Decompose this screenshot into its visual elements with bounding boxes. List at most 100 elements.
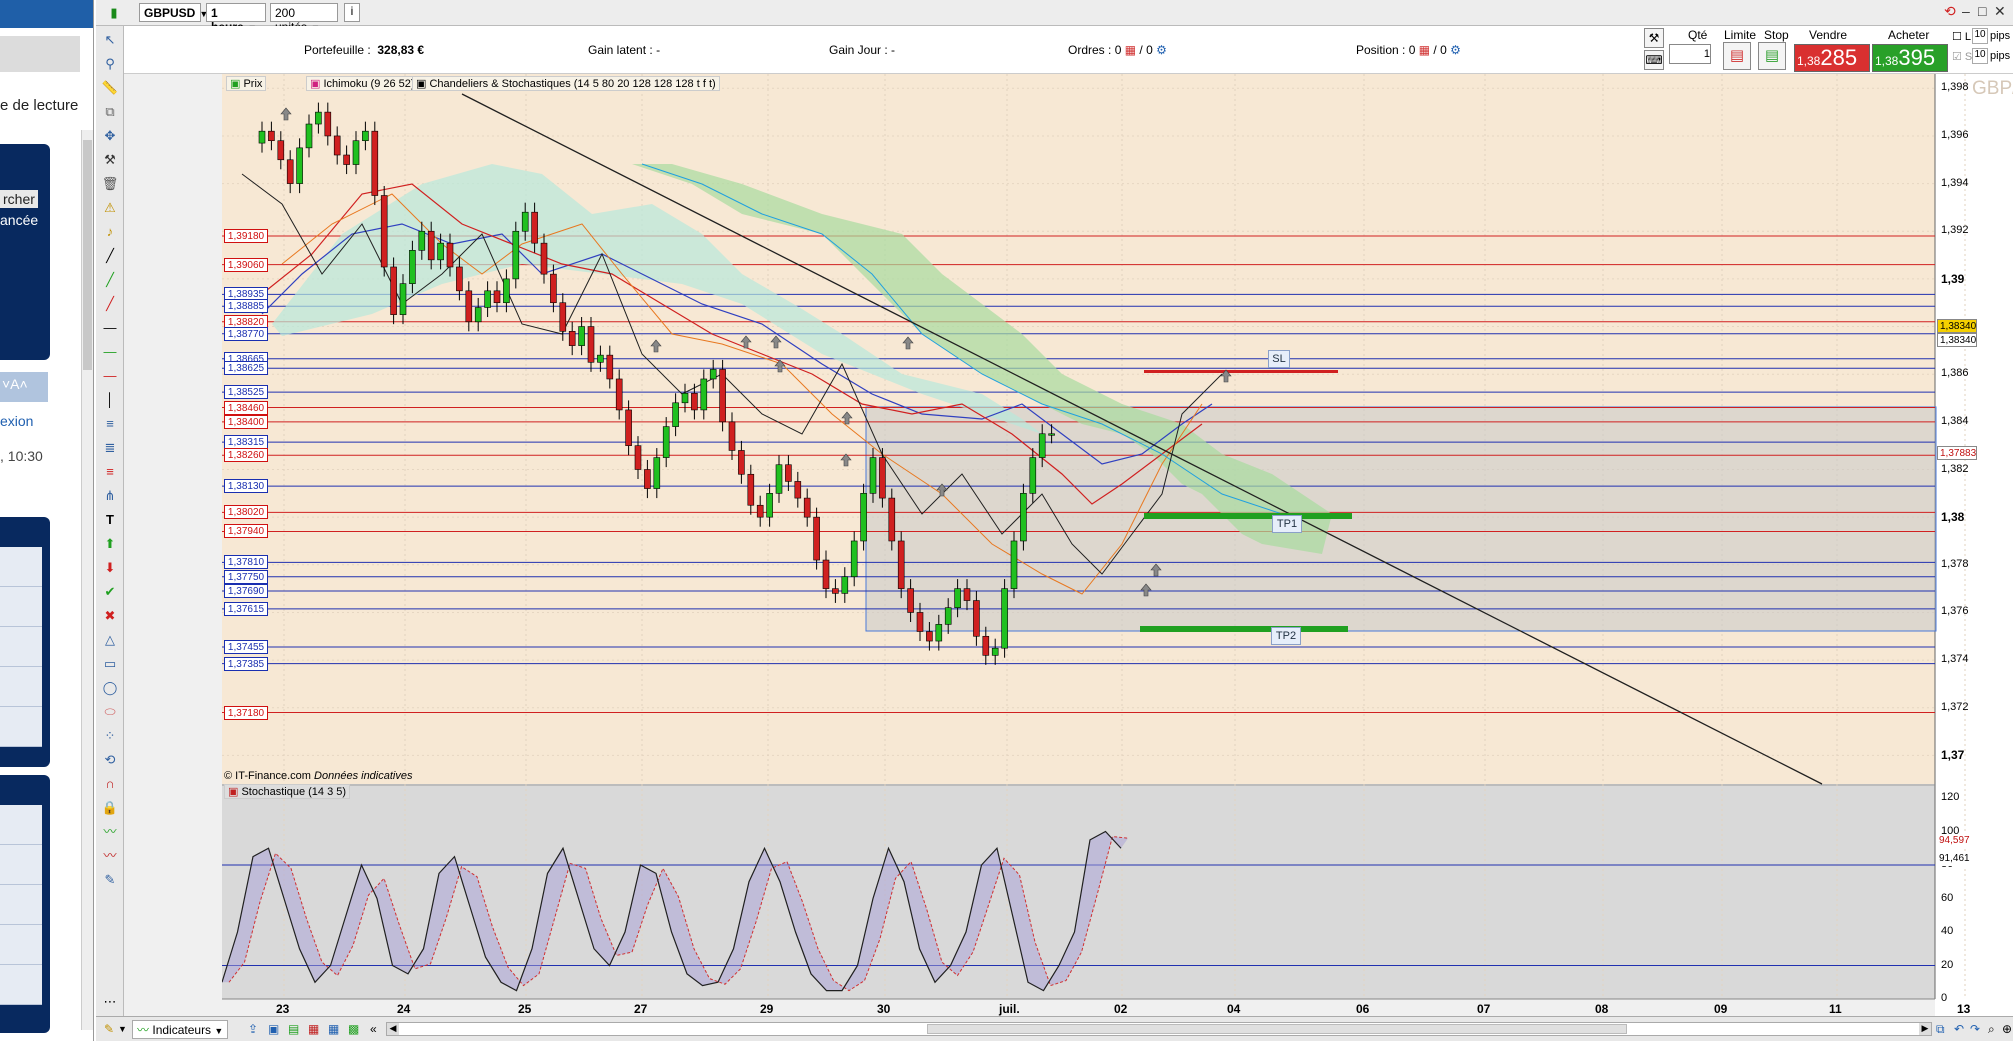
level-label[interactable]: 1,38020: [224, 505, 268, 520]
rectangle-icon[interactable]: ▭: [100, 654, 120, 674]
green-line-icon[interactable]: ╱: [100, 270, 120, 290]
tp1-label[interactable]: TP1: [1272, 515, 1302, 533]
red-line-icon[interactable]: ╱: [100, 294, 120, 314]
browser-scrollbar[interactable]: [81, 130, 93, 1030]
up-arrow-icon[interactable]: ⬆: [100, 534, 120, 554]
level-label[interactable]: 1,37455: [224, 640, 268, 654]
fib-red-icon[interactable]: ≡: [100, 462, 120, 482]
save-chart-icon[interactable]: ▩: [348, 1020, 359, 1039]
quantity-input[interactable]: [1669, 44, 1711, 64]
level-label[interactable]: 1,37810: [224, 555, 268, 570]
fibonacci-icon[interactable]: ≣: [100, 438, 120, 458]
stop-button[interactable]: ▤: [1758, 42, 1786, 70]
zoom-icon[interactable]: ⚲: [100, 54, 120, 74]
cursor-icon[interactable]: ↖: [100, 30, 120, 50]
calendar-icon[interactable]: ▦: [328, 1020, 339, 1039]
chart-scrollbar[interactable]: ◀ ▶: [386, 1022, 1932, 1036]
cross-icon[interactable]: ✖: [100, 606, 120, 626]
position-info[interactable]: Position : 0 ▦ / 0 ⚙: [1356, 43, 1461, 57]
timeframe-select[interactable]: 1 heure▼: [206, 3, 266, 34]
restore-icon[interactable]: □: [1978, 3, 1986, 19]
stop-pips-input[interactable]: 10: [1972, 48, 1988, 64]
level-label[interactable]: 1,38400: [224, 414, 268, 429]
scroll-right-icon[interactable]: ▶: [1919, 1023, 1931, 1035]
undo-icon[interactable]: ↶: [1954, 1020, 1964, 1039]
level-label[interactable]: 1,38260: [224, 448, 268, 463]
font-size-control[interactable]: ˅A˄: [0, 372, 48, 402]
trash-icon[interactable]: 🗑: [100, 174, 120, 194]
chat-icon[interactable]: ▣: [268, 1020, 279, 1039]
level-label[interactable]: 1,38130: [224, 479, 268, 494]
indicator-red-icon[interactable]: 〰: [100, 846, 120, 866]
text-tool-icon[interactable]: T: [100, 510, 120, 530]
brush-icon[interactable]: ⬭: [100, 702, 120, 722]
ruler-icon[interactable]: 📏: [100, 78, 120, 98]
advanced-search-link[interactable]: ancée: [0, 212, 38, 228]
level-label[interactable]: 1,38460: [224, 400, 268, 415]
orders-info[interactable]: Ordres : 0 ▦ / 0 ⚙: [1068, 43, 1167, 57]
scrollbar-thumb[interactable]: [83, 140, 92, 370]
copy-icon[interactable]: ⧉: [100, 102, 120, 122]
level-label[interactable]: 1,38885: [224, 299, 268, 314]
down-arrow-icon[interactable]: ⬇: [100, 558, 120, 578]
level-label[interactable]: 1,37180: [224, 705, 268, 720]
sl-label[interactable]: SL: [1268, 350, 1290, 368]
instrument-select[interactable]: GBPUSD ▼: [139, 3, 208, 22]
refresh-icon[interactable]: ⟲: [1944, 3, 1956, 20]
pencil-icon[interactable]: ✎: [100, 870, 120, 890]
buy-price-button[interactable]: 1,38395: [1872, 44, 1948, 72]
wrench-icon[interactable]: ⚒: [1644, 28, 1664, 48]
report-icon[interactable]: ▤: [288, 1020, 299, 1039]
chart-scroll-thumb[interactable]: [927, 1024, 1627, 1034]
legend-prix[interactable]: ▣ Prix: [226, 76, 267, 91]
sell-price-button[interactable]: 1,38285: [1794, 44, 1870, 72]
info-icon[interactable]: i: [344, 3, 360, 22]
alert-icon[interactable]: ⚠: [100, 198, 120, 218]
price-chart[interactable]: [222, 74, 2013, 1016]
list-icon[interactable]: ▦: [308, 1020, 319, 1039]
collapse-icon[interactable]: «: [370, 1020, 377, 1039]
scroll-left-icon[interactable]: ◀: [387, 1023, 399, 1035]
indicator-line-icon[interactable]: 〰: [100, 822, 120, 842]
cascade-icon[interactable]: ⧉: [1936, 1020, 1945, 1039]
level-label[interactable]: 1,37690: [224, 584, 268, 598]
move-icon[interactable]: ✥: [100, 126, 120, 146]
lock-icon[interactable]: 🔒: [100, 798, 120, 818]
level-label[interactable]: 1,37385: [224, 656, 268, 671]
points-icon[interactable]: ⁘: [100, 726, 120, 746]
level-label[interactable]: 1,37615: [224, 601, 268, 616]
redo-icon[interactable]: ↷: [1970, 1020, 1980, 1039]
level-label[interactable]: 1,37940: [224, 524, 268, 539]
green-hline-icon[interactable]: —: [100, 342, 120, 362]
hammer-icon[interactable]: ⚒: [100, 150, 120, 170]
bell-icon[interactable]: ♪: [100, 222, 120, 242]
ellipse-icon[interactable]: ◯: [100, 678, 120, 698]
level-label[interactable]: 1,38315: [224, 435, 268, 450]
level-label[interactable]: 1,38770: [224, 326, 268, 341]
more-tools-icon[interactable]: ⋯: [100, 992, 120, 1012]
tp2-label[interactable]: TP2: [1271, 627, 1301, 645]
search-button[interactable]: rcher: [0, 190, 38, 208]
keyboard-icon[interactable]: ⌨: [1644, 50, 1664, 70]
triangle-icon[interactable]: △: [100, 630, 120, 650]
share-icon[interactable]: ⇪: [248, 1020, 258, 1039]
legend-candles-stoch[interactable]: ▣ Chandeliers & Stochastiques (14 5 80 2…: [412, 76, 720, 91]
connexion-link[interactable]: exion: [0, 413, 33, 429]
chart-area[interactable]: ▣ Prix ▣ Ichimoku (9 26 52) ▣ Chandelier…: [222, 74, 2013, 1016]
channel-icon[interactable]: ≡: [100, 414, 120, 434]
limit-pips-input[interactable]: 10: [1972, 28, 1988, 44]
pitchfork-icon[interactable]: ⋔: [100, 486, 120, 506]
limit-button[interactable]: ▤: [1723, 42, 1751, 70]
minimize-icon[interactable]: –: [1962, 3, 1970, 19]
level-label[interactable]: 1,39180: [224, 229, 268, 243]
horizontal-line-icon[interactable]: —: [100, 318, 120, 338]
level-label[interactable]: 1,38625: [224, 361, 268, 376]
legend-ichimoku[interactable]: ▣ Ichimoku (9 26 52): [306, 76, 419, 91]
red-hline-icon[interactable]: —: [100, 366, 120, 386]
units-select[interactable]: 200 unités▼: [270, 3, 338, 34]
pen-dropdown-icon[interactable]: ▼: [118, 1020, 127, 1039]
undo-drawing-icon[interactable]: ⟲: [100, 750, 120, 770]
limit-checkbox[interactable]: ☐ L: [1952, 30, 1971, 43]
close-icon[interactable]: ✕: [1994, 3, 2006, 20]
level-label[interactable]: 1,37750: [224, 569, 268, 584]
